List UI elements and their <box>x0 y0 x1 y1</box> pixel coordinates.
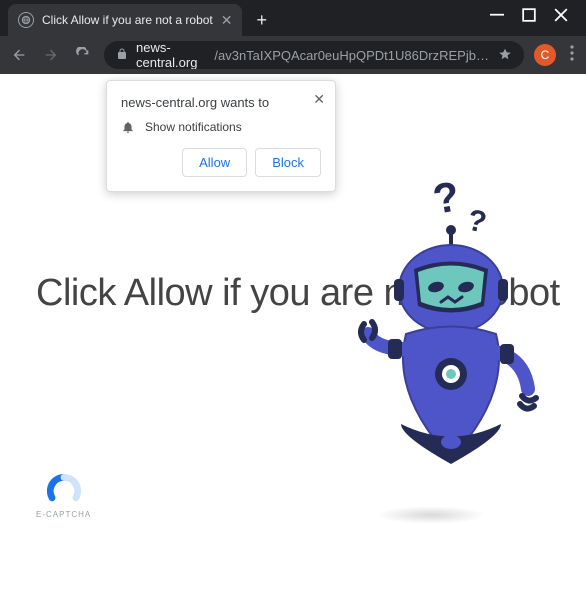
globe-icon <box>18 12 34 28</box>
tab-title: Click Allow if you are not a robot <box>42 13 213 27</box>
bell-icon <box>121 120 135 134</box>
captcha-label: E-CAPTCHA <box>36 510 91 519</box>
minimize-button[interactable] <box>490 8 504 22</box>
browser-tab[interactable]: Click Allow if you are not a robot ✕ <box>8 4 242 36</box>
reload-button[interactable] <box>72 44 94 66</box>
robot-shadow <box>376 506 486 524</box>
svg-text:?: ? <box>429 174 462 223</box>
block-button[interactable]: Block <box>255 148 321 177</box>
menu-button[interactable] <box>566 45 578 66</box>
bookmark-icon[interactable] <box>498 47 512 64</box>
prompt-body: Show notifications <box>121 120 321 134</box>
captcha-badge: E-CAPTCHA <box>36 474 91 519</box>
captcha-icon <box>47 474 81 508</box>
profile-button[interactable]: C <box>534 44 556 66</box>
lock-icon <box>116 48 128 63</box>
close-window-button[interactable] <box>554 8 568 22</box>
robot-illustration: ? ? <box>306 174 556 514</box>
close-tab-icon[interactable]: ✕ <box>221 12 233 29</box>
window-controls <box>490 0 586 30</box>
close-prompt-icon[interactable]: ✕ <box>313 91 325 108</box>
prompt-actions: Allow Block <box>121 148 321 177</box>
browser-toolbar: news-central.org/av3nTaIXPQAcar0euHpQPDt… <box>0 36 586 74</box>
svg-text:?: ? <box>465 204 490 240</box>
url-domain: news-central.org <box>136 41 206 69</box>
forward-button[interactable] <box>40 44 62 66</box>
address-bar[interactable]: news-central.org/av3nTaIXPQAcar0euHpQPDt… <box>104 41 524 69</box>
notification-prompt: news-central.org wants to ✕ Show notific… <box>106 80 336 192</box>
page-content: news-central.org wants to ✕ Show notific… <box>0 74 586 600</box>
prompt-permission-label: Show notifications <box>145 120 242 134</box>
url-path: /av3nTaIXPQAcar0euHpQPDt1U86DrzREPjbMyQG… <box>214 48 490 63</box>
back-button[interactable] <box>8 44 30 66</box>
maximize-button[interactable] <box>522 8 536 22</box>
allow-button[interactable]: Allow <box>182 148 247 177</box>
prompt-title: news-central.org wants to <box>121 95 321 110</box>
new-tab-button[interactable]: + <box>242 4 281 36</box>
